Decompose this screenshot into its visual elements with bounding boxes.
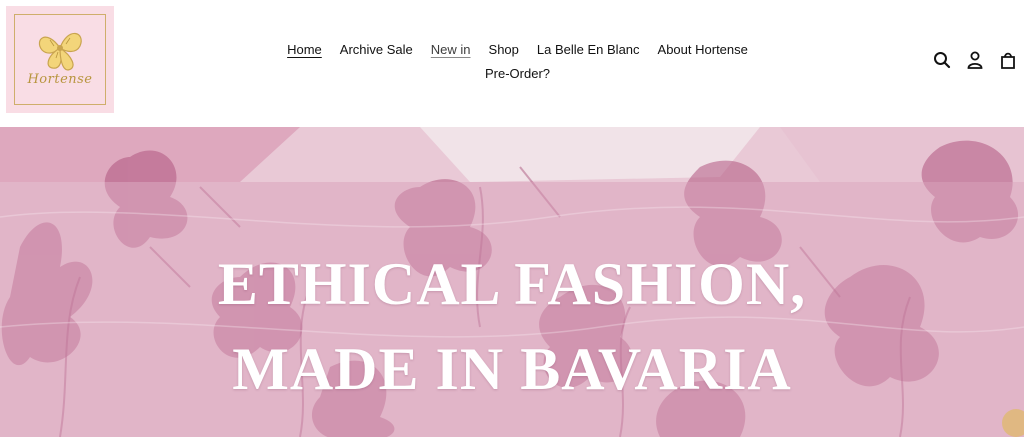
- main-nav: Home Archive Sale New in Shop La Belle E…: [250, 38, 785, 86]
- flower-logo-icon: [38, 32, 82, 71]
- cart-icon[interactable]: [991, 48, 1024, 72]
- hero-heading-line-2: MADE IN BAVARIA: [232, 336, 792, 402]
- hero-heading-line-1: ETHICAL FASHION,: [217, 251, 807, 317]
- nav-row-1: Home Archive Sale New in Shop La Belle E…: [250, 38, 785, 62]
- nav-item-archive-sale[interactable]: Archive Sale: [331, 38, 422, 62]
- nav-item-pre-order[interactable]: Pre-Order?: [476, 62, 559, 86]
- nav-item-new-in[interactable]: New in: [422, 38, 480, 62]
- hero-banner: ETHICAL FASHION, MADE IN BAVARIA: [0, 127, 1024, 437]
- nav-item-la-belle-en-blanc[interactable]: La Belle En Blanc: [528, 38, 649, 62]
- search-icon[interactable]: [925, 48, 958, 72]
- nav-item-home[interactable]: Home: [278, 38, 331, 62]
- header-icons: [925, 48, 1024, 72]
- nav-item-shop[interactable]: Shop: [480, 38, 528, 62]
- account-icon[interactable]: [958, 48, 991, 72]
- nav-row-2: Pre-Order?: [250, 62, 785, 86]
- logo[interactable]: Hortense: [6, 6, 114, 113]
- logo-wordmark: Hortense: [27, 72, 93, 87]
- nav-item-about-hortense[interactable]: About Hortense: [649, 38, 757, 62]
- site-header: Hortense Home Archive Sale New in Shop L…: [0, 0, 1024, 127]
